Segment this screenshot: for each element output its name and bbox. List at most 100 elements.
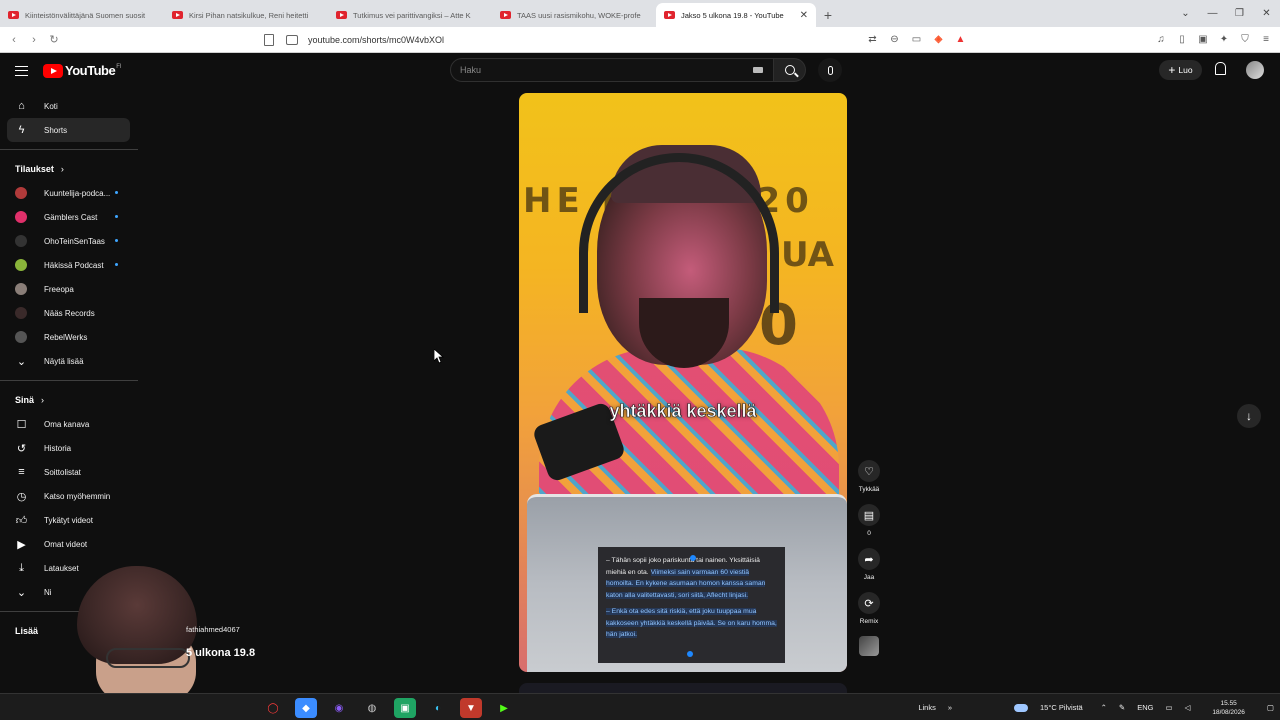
cast-icon[interactable]: ▭ [910, 34, 923, 46]
channel-handle[interactable]: fathiahmed4067 [186, 625, 240, 634]
subscriptions-heading[interactable]: Tilaukset › [0, 157, 138, 181]
youtube-logo[interactable]: YouTube FI [43, 63, 122, 78]
channel-avatar [15, 307, 27, 319]
url-field[interactable]: youtube.com/shorts/mc0W4vbXOl [286, 30, 856, 50]
sidebar-item-subscription[interactable]: Kuuntelija-podca... [0, 181, 130, 205]
comments-button[interactable]: ▤ 0 [852, 504, 886, 540]
pen-icon[interactable]: ✎ [1119, 703, 1125, 712]
tray-chevron-icon[interactable]: ⌃ [1101, 703, 1107, 712]
sidebar-item-liked[interactable]: 👍︎ Tykätyt videot [0, 508, 130, 532]
divider [0, 380, 138, 381]
article-text-highlight: – Enkä ota edes sitä riskiä, että joku t… [606, 608, 777, 638]
next-short-button[interactable]: ↓ [1237, 404, 1261, 428]
youtube-favicon-icon [8, 11, 19, 19]
like-button[interactable]: ♡ Tykkää [852, 460, 886, 496]
kick-icon[interactable]: ▶ [493, 698, 515, 718]
reload-icon[interactable]: ↻ [44, 33, 64, 46]
vpn-icon[interactable]: ⛉ [1239, 34, 1251, 45]
section-title: Tilaukset [15, 164, 54, 174]
video-title: 5 ulkona 19.8 [186, 647, 256, 659]
edge-icon[interactable]: ◐ [427, 698, 449, 718]
share-button[interactable]: ➦ Jaa [852, 548, 886, 584]
sidebar-item-subscription[interactable]: Häkissä Podcast [0, 253, 130, 277]
sound-thumbnail[interactable] [859, 636, 879, 656]
sidebar-item-home[interactable]: ⌂ Koti [0, 94, 130, 118]
sidebar-item-subscription[interactable]: Nääs Records [0, 301, 130, 325]
brave-rewards-icon[interactable]: ▲ [954, 34, 967, 46]
person-icon: ☐ [16, 418, 27, 431]
shorts-video-player[interactable]: HE B OMI 20 UA 00 yhtäkkiä keskellä – Tä… [519, 93, 847, 672]
sidebar-item-your-channel[interactable]: ☐ Oma kanava [0, 412, 130, 436]
close-window-icon[interactable]: ✕ [1253, 8, 1280, 19]
browser-tab-active[interactable]: Jakso 5 ulkona 19.8 - YouTube ✕ [656, 3, 816, 27]
browser-tab[interactable]: Tutkimus vei parittivangiksi – Atte K [328, 3, 492, 27]
zoom-icon[interactable]: ⊖ [888, 34, 901, 46]
channel-avatar [15, 211, 27, 223]
search-button[interactable] [774, 58, 806, 82]
app-icon[interactable]: ▣ [394, 698, 416, 718]
maximize-icon[interactable]: ❐ [1226, 8, 1253, 19]
brave-shield-icon[interactable]: ◈ [932, 34, 945, 46]
leo-icon[interactable]: ✦ [1218, 34, 1230, 45]
show-more-button[interactable]: ⌄ Näytä lisää [0, 349, 130, 373]
volume-icon[interactable]: ◁ [1185, 703, 1191, 712]
download-icon: ⤓ [19, 561, 24, 574]
network-icon[interactable]: ▭ [1165, 703, 1172, 712]
translate-icon[interactable]: ⇄ [866, 34, 879, 46]
close-tab-icon[interactable]: ✕ [800, 10, 808, 21]
tab-title: Kirsi Pihan natsikulkue, Reni heitetti [189, 10, 309, 20]
hamburger-menu-icon[interactable] [15, 65, 28, 76]
browser-tab[interactable]: Kiinteistönvälittäjänä Suomen suosit [0, 3, 164, 27]
search-input[interactable]: Haku [450, 58, 774, 82]
language-indicator[interactable]: ENG [1137, 703, 1153, 712]
weather-text: 15°C Pilvistä [1040, 702, 1083, 712]
app-icon[interactable]: ◍ [361, 698, 383, 718]
sidebar-item-shorts[interactable]: ϟ Shorts [7, 118, 130, 142]
menu-icon[interactable]: ≡ [1260, 34, 1272, 45]
discord-icon[interactable]: ◉ [328, 698, 350, 718]
account-avatar[interactable] [1246, 61, 1264, 79]
brave-icon[interactable]: ▼ [460, 698, 482, 718]
sidebar-item-label: Historia [44, 443, 72, 453]
browser-tab[interactable]: TAAS uusi rasismikohu, WOKE-profe [492, 3, 656, 27]
next-short-preview[interactable] [519, 683, 847, 693]
keyboard-icon[interactable] [753, 67, 763, 73]
you-heading[interactable]: Sinä › [0, 388, 138, 412]
sidebar-icon[interactable]: ▯ [1176, 34, 1188, 45]
media-icon[interactable]: ♫ [1155, 34, 1167, 45]
sidebar-item-label: Omat videot [44, 539, 88, 549]
back-icon[interactable]: ‹ [4, 34, 24, 46]
app-icon[interactable]: ◆ [295, 698, 317, 718]
forward-icon[interactable]: › [24, 34, 44, 46]
sidebar-item-subscription[interactable]: Gämblers Cast [0, 205, 130, 229]
sidebar-item-subscription[interactable]: Freeopa [0, 277, 130, 301]
notifications-bell-icon[interactable] [1215, 62, 1226, 75]
links-toolbar[interactable]: Links [918, 703, 936, 712]
bookmark-icon[interactable] [264, 33, 274, 46]
chevron-right-icon[interactable]: » [948, 703, 952, 712]
sidebar-item-watch-later[interactable]: ◷ Katso myöhemmin [0, 484, 130, 508]
new-tab-button[interactable]: + [816, 3, 840, 27]
sidebar-item-subscription[interactable]: RebelWerks [0, 325, 130, 349]
minimize-icon[interactable]: — [1199, 8, 1226, 19]
streamer-glasses [106, 648, 190, 668]
opera-icon[interactable]: ◯ [262, 698, 284, 718]
window-controls: ⌄ — ❐ ✕ [1172, 0, 1280, 27]
sidebar-item-subscription[interactable]: OhoTeinSenTaas [0, 229, 130, 253]
new-content-dot [115, 191, 118, 194]
site-info-icon[interactable] [286, 34, 298, 45]
browser-tab[interactable]: Kirsi Pihan natsikulkue, Reni heitetti [164, 3, 328, 27]
tab-search-icon[interactable]: ⌄ [1172, 8, 1199, 19]
create-button[interactable]: + Luo [1159, 60, 1202, 80]
voice-search-button[interactable] [818, 58, 842, 82]
sidebar-item-history[interactable]: ↺ Historia [0, 436, 130, 460]
wallet-icon[interactable]: ▣ [1197, 34, 1209, 45]
remix-button[interactable]: ⟳ Remix [852, 592, 886, 628]
sidebar-item-playlists[interactable]: ≡ Soittolistat [0, 460, 130, 484]
sidebar-item-label: Soittolistat [44, 467, 81, 477]
weather-widget[interactable]: 15°C Pilvistä [1008, 703, 1089, 712]
clock[interactable]: 15.55 18/08/2026 [1206, 699, 1251, 717]
chevron-right-icon: › [60, 164, 64, 174]
action-label: 0 [867, 530, 871, 537]
notifications-icon[interactable]: ▢ [1267, 703, 1274, 712]
